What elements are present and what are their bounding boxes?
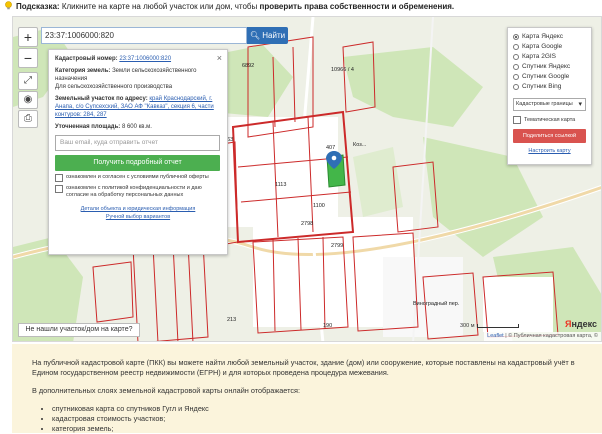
map-label: Коз... xyxy=(353,142,367,148)
radio[interactable] xyxy=(513,54,519,60)
manual-selection-link[interactable]: Ручной выбор вариантов xyxy=(106,214,170,220)
list-item: спутниковая карта со спутников Гугл и Ян… xyxy=(52,404,582,414)
search-button[interactable]: 🔍︎ Найти xyxy=(247,27,288,44)
scale-bar: 300 м xyxy=(460,323,519,329)
address-row: Земельный участок по адресу: край Красно… xyxy=(55,95,221,119)
privacy-checkbox-row[interactable]: ознакомлен с политикой конфиденциальност… xyxy=(55,185,221,199)
layer-option[interactable]: Спутник Bing xyxy=(513,82,586,92)
privacy-checkbox-label: ознакомлен с политикой конфиденциальност… xyxy=(66,185,202,198)
map-label: 1100 xyxy=(313,203,325,209)
layer-option[interactable]: Спутник Google xyxy=(513,72,586,82)
layer-option-label: Спутник Bing xyxy=(522,83,562,90)
attribution-text: © Публичная кадастровая карта, © xyxy=(508,333,598,339)
search-icon: 🔍︎ xyxy=(249,31,261,40)
cadastral-number-row: Кадастровый номер: 23:37:1006000:820 xyxy=(55,55,221,63)
zoom-in-button[interactable]: + xyxy=(18,27,38,47)
cadastral-number-link[interactable]: 23:37:1006000:820 xyxy=(119,56,171,62)
close-icon[interactable]: × xyxy=(217,53,222,63)
boundaries-select[interactable]: Кадастровые границы xyxy=(513,98,586,111)
radio[interactable] xyxy=(513,84,519,90)
thematic-map-checkbox[interactable] xyxy=(513,116,521,124)
thematic-map-label: Тематическая карта xyxy=(524,117,576,123)
layer-option-label: Карта Google xyxy=(522,43,563,50)
description-paragraph: В дополнительных слоях земельной кадастр… xyxy=(32,386,300,395)
area-label: Уточненная площадь: xyxy=(55,124,121,130)
map-label: 190 xyxy=(323,323,333,329)
layer-option[interactable]: Карта 2GIS xyxy=(513,52,586,62)
hint-prefix: Подсказка: xyxy=(16,2,60,11)
map-label: 6892 xyxy=(242,63,255,69)
parcel-info-panel: × Кадастровый номер: 23:37:1006000:820 К… xyxy=(48,49,228,255)
offer-checkbox[interactable] xyxy=(55,174,63,182)
scale-label: 300 м xyxy=(460,323,475,329)
map-label: 407 xyxy=(326,145,336,151)
configure-map-link[interactable]: Настроить карту xyxy=(513,148,586,154)
fullscreen-icon: ⤢ xyxy=(24,75,32,86)
scale-ruler xyxy=(476,323,519,328)
printer-icon: ⎙ xyxy=(24,113,32,124)
print-button[interactable]: ⎙ xyxy=(18,110,38,128)
hint-text: Кликните на карте на любой участок или д… xyxy=(61,2,258,11)
privacy-checkbox[interactable] xyxy=(55,185,63,193)
hint-bold: проверить права собственности и обремене… xyxy=(259,2,455,11)
fullscreen-button[interactable]: ⤢ xyxy=(18,72,38,90)
land-category-label: Категория земель: xyxy=(55,68,111,74)
layer-option-label: Спутник Google xyxy=(522,73,570,80)
layer-option-label: Карта Яндекс xyxy=(522,33,564,40)
description-list: спутниковая карта со спутников Гугл и Ян… xyxy=(32,404,582,434)
lightbulb-icon xyxy=(5,1,12,10)
not-found-button[interactable]: Не нашли участок/дом на карте? xyxy=(18,323,140,337)
cadastral-map[interactable]: 6892 10966 / 4 407 1113 1100 2798 2863 2… xyxy=(12,16,602,342)
object-details-link[interactable]: Детали объекта и юридическая информация xyxy=(81,206,196,212)
layer-option-label: Карта 2GIS xyxy=(522,53,557,60)
land-category-row: Категория земель: Земли сельскохозяйстве… xyxy=(55,67,221,91)
radio-selected[interactable] xyxy=(513,34,519,40)
layer-option[interactable]: Карта Яндекс xyxy=(513,32,586,42)
yandex-logo: Яндекс xyxy=(565,319,597,329)
map-label: Виноградный пер. xyxy=(413,301,460,307)
map-label: 2798 xyxy=(301,221,314,227)
layer-option[interactable]: Спутник Яндекс xyxy=(513,62,586,72)
description-section: На публичной кадастровой карте (ПКК) вы … xyxy=(12,344,602,433)
location-button[interactable]: ◉ xyxy=(18,91,38,109)
offer-checkbox-label: ознакомлен и согласен с условиями публич… xyxy=(66,174,209,180)
radio[interactable] xyxy=(513,74,519,80)
area-value: 8 600 кв.м. xyxy=(121,124,152,130)
layer-option[interactable]: Карта Google xyxy=(513,42,586,52)
map-label: 10966 / 4 xyxy=(331,67,354,73)
radio[interactable] xyxy=(513,44,519,50)
cadastral-number-label: Кадастровый номер: xyxy=(55,56,118,62)
location-icon: ◉ xyxy=(23,94,33,105)
search-input[interactable] xyxy=(41,27,247,44)
email-input[interactable]: Ваш email, куда отправить отчет xyxy=(55,135,220,151)
share-link-button[interactable]: Поделиться ссылкой xyxy=(513,129,586,143)
panel-links: Детали объекта и юридическая информация … xyxy=(55,205,221,221)
thematic-map-row[interactable]: Тематическая карта xyxy=(513,116,586,124)
map-label: 213 xyxy=(227,317,237,323)
map-attribution: Leaflet | © Публичная кадастровая карта,… xyxy=(484,332,601,341)
order-report-button[interactable]: Получить подробный отчет xyxy=(55,155,220,171)
radio[interactable] xyxy=(513,64,519,70)
search-button-label: Найти xyxy=(262,31,286,40)
layer-switcher-panel: Карта Яндекс Карта Google Карта 2GIS Спу… xyxy=(507,27,592,165)
map-label: 1113 xyxy=(275,182,287,188)
yandex-logo-rest: ндекс xyxy=(571,319,598,329)
description-paragraph: На публичной кадастровой карте (ПКК) вы … xyxy=(32,358,575,377)
zoom-out-button[interactable]: − xyxy=(18,48,38,68)
list-item: кадастровая стоимость участков; xyxy=(52,414,582,424)
map-label: 2799 xyxy=(331,243,344,249)
hint-bar: Подсказка: Кликните на карте на любой уч… xyxy=(0,0,602,14)
area-row: Уточненная площадь: 8 600 кв.м. xyxy=(55,123,221,131)
offer-checkbox-row[interactable]: ознакомлен и согласен с условиями публич… xyxy=(55,174,221,182)
land-use-value: Для сельскохозяйственного производства xyxy=(55,84,173,90)
address-label: Земельный участок по адресу: xyxy=(55,96,148,102)
layer-option-label: Спутник Яндекс xyxy=(522,63,571,70)
leaflet-link[interactable]: Leaflet xyxy=(487,333,504,339)
